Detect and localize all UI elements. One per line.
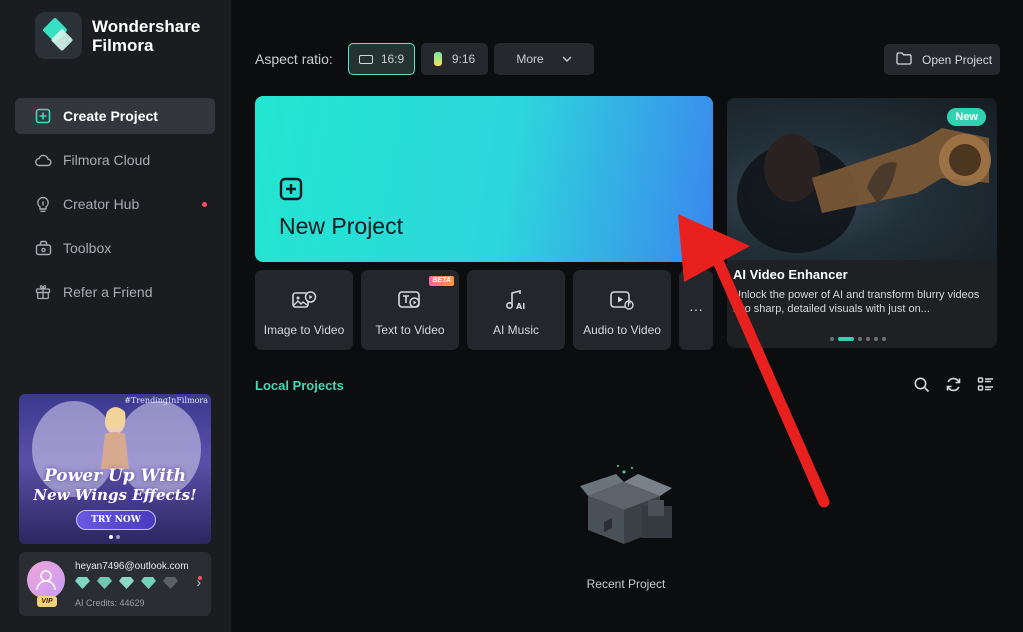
- notification-dot: [198, 576, 202, 580]
- user-account-card[interactable]: VIP heyan7496@outlook.com AI Credits: 44…: [19, 552, 211, 616]
- image-to-video-button[interactable]: Image to Video: [255, 270, 353, 350]
- sidebar-item-label: Filmora Cloud: [63, 152, 151, 168]
- sidebar-item-refer-a-friend[interactable]: Refer a Friend: [15, 274, 215, 310]
- sidebar: Wondershare Filmora Create Project Filmo…: [0, 0, 231, 632]
- open-project-button[interactable]: Open Project: [884, 44, 1000, 75]
- empty-box-icon: [574, 462, 678, 550]
- local-projects-actions: [913, 376, 994, 393]
- app-logo: Wondershare Filmora: [35, 12, 200, 59]
- gem-icon: [97, 577, 112, 589]
- feature-carousel-card[interactable]: New AI Video Enhancer Unlock the power o…: [727, 98, 997, 348]
- pager-dot[interactable]: [116, 535, 120, 539]
- open-project-label: Open Project: [922, 52, 993, 67]
- aspect-ratio-label: Aspect ratio:: [255, 51, 333, 67]
- sidebar-item-label: Creator Hub: [63, 196, 140, 212]
- toolbox-icon: [34, 239, 52, 257]
- ratio-9-16-label: 9:16: [451, 52, 476, 66]
- pager-dot[interactable]: [830, 337, 834, 341]
- ai-credits: AI Credits: 44629: [75, 598, 145, 608]
- audio-to-video-button[interactable]: Audio to Video: [573, 270, 671, 350]
- ai-music-icon: AI: [467, 289, 565, 311]
- pager-dot[interactable]: [866, 337, 870, 341]
- portrait-icon: [433, 52, 442, 66]
- more-tools-button[interactable]: ···: [679, 270, 713, 350]
- new-project-label: New Project: [279, 213, 403, 239]
- bulb-icon: [34, 195, 52, 213]
- notification-dot: [202, 202, 207, 207]
- vip-badge: VIP: [37, 596, 57, 607]
- brand-line-1: Wondershare: [92, 16, 201, 36]
- tool-label: AI Music: [492, 323, 539, 337]
- sidebar-item-label: Create Project: [63, 108, 158, 124]
- sidebar-item-label: Refer a Friend: [63, 284, 153, 300]
- pager-dot[interactable]: [858, 337, 862, 341]
- brand-name: Wondershare Filmora: [92, 17, 200, 55]
- promo-headline-1: Power Up With: [43, 466, 187, 486]
- refresh-icon[interactable]: [945, 376, 962, 393]
- search-icon[interactable]: [913, 376, 930, 393]
- promo-banner[interactable]: #TrendingInFilmora Power Up With New Win…: [19, 394, 211, 544]
- sidebar-item-filmora-cloud[interactable]: Filmora Cloud: [15, 142, 215, 178]
- more-ratios-dropdown[interactable]: More: [494, 43, 594, 75]
- chevron-down-icon: [562, 54, 572, 65]
- audio-to-video-icon: [573, 289, 671, 311]
- promo-hashtag: #TrendingInFilmora: [124, 396, 208, 405]
- filmora-logo-icon: [35, 12, 82, 59]
- local-projects-heading: Local Projects: [255, 378, 344, 393]
- beta-badge: BETA: [429, 276, 454, 286]
- feature-description: Unlock the power of AI and transform blu…: [733, 289, 980, 315]
- tool-label: Audio to Video: [583, 323, 661, 337]
- gem-icon: [75, 577, 90, 589]
- sidebar-nav: Create Project Filmora Cloud Creator Hub: [15, 98, 215, 318]
- gem-icon: [119, 577, 134, 589]
- plus-square-icon: [279, 177, 303, 206]
- svg-text:AI: AI: [516, 302, 525, 311]
- feature-title: AI Video Enhancer: [733, 267, 848, 282]
- user-email: heyan7496@outlook.com: [75, 561, 189, 572]
- text-to-video-icon: [361, 289, 459, 311]
- gift-icon: [34, 283, 52, 301]
- more-label: More: [516, 52, 544, 66]
- new-badge: New: [947, 108, 986, 126]
- membership-gems: [75, 576, 178, 590]
- pager-dot[interactable]: [109, 535, 113, 539]
- landscape-icon: [358, 54, 373, 64]
- new-project-card[interactable]: New Project: [255, 96, 713, 262]
- carousel-pager: [830, 337, 886, 341]
- avatar: [27, 561, 65, 599]
- ratio-16-9-label: 16:9: [380, 52, 405, 66]
- filmora-start-screen: Wondershare Filmora Create Project Filmo…: [0, 0, 1023, 632]
- cloud-icon: [34, 151, 52, 169]
- ratio-16-9-button[interactable]: 16:9: [348, 43, 415, 75]
- try-now-button[interactable]: TRY NOW: [76, 510, 156, 530]
- promo-headline-2: New Wings Effects!: [33, 486, 197, 504]
- sidebar-item-label: Toolbox: [63, 240, 112, 256]
- pager-dot[interactable]: [874, 337, 878, 341]
- text-to-video-button[interactable]: BETA Text to Video: [361, 270, 459, 350]
- pager-dot-active[interactable]: [838, 337, 854, 341]
- brand-line-2: Filmora: [92, 35, 154, 55]
- promo-pager: [109, 535, 120, 539]
- tool-label: Image to Video: [263, 323, 345, 337]
- recent-project-empty-label: Recent Project: [586, 577, 666, 591]
- sidebar-item-toolbox[interactable]: Toolbox: [15, 230, 215, 266]
- tool-label: Text to Video: [375, 323, 445, 337]
- plus-square-icon: [34, 107, 52, 125]
- gem-icon: [163, 577, 178, 589]
- list-view-icon[interactable]: [977, 376, 994, 393]
- sidebar-item-creator-hub[interactable]: Creator Hub: [15, 186, 215, 222]
- pager-dot[interactable]: [882, 337, 886, 341]
- sidebar-item-create-project[interactable]: Create Project: [15, 98, 215, 134]
- ai-music-button[interactable]: AI AI Music: [467, 270, 565, 350]
- folder-icon: [896, 51, 912, 68]
- image-to-video-icon: [255, 289, 353, 311]
- gem-icon: [141, 577, 156, 589]
- ratio-9-16-button[interactable]: 9:16: [421, 43, 488, 75]
